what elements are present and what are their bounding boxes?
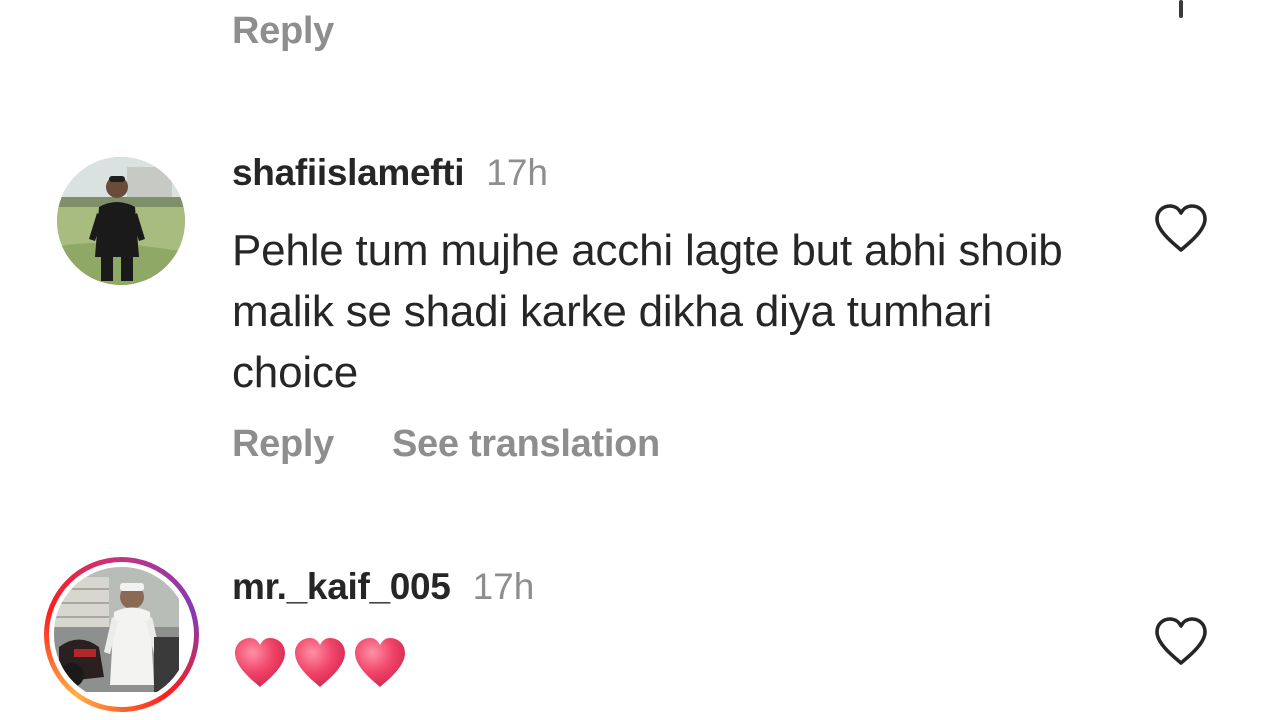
red-heart-emoji [295, 638, 345, 687]
username[interactable]: shafiislamefti [232, 152, 465, 193]
heart-outline-icon[interactable] [1152, 202, 1210, 254]
timestamp: 17h [472, 566, 535, 607]
comment-header: mr._kaif_005 17h [232, 566, 534, 608]
red-heart-emoji [355, 638, 405, 687]
avatar-photo [54, 567, 179, 692]
heart-outline-icon[interactable] [1152, 615, 1210, 667]
comments-screen: Reply shafiislamefti 17h Pehle tum mujhe… [0, 0, 1280, 720]
avatar[interactable] [57, 157, 185, 285]
timestamp: 17h [486, 152, 549, 193]
username[interactable]: mr._kaif_005 [232, 566, 451, 607]
avatar [54, 567, 189, 702]
like-count-mark [1179, 0, 1183, 18]
comment-header: shafiislamefti 17h [232, 152, 548, 194]
see-translation-button[interactable]: See translation [392, 423, 660, 465]
comment-actions: Reply See translation [232, 423, 660, 466]
reply-button[interactable]: Reply [232, 10, 334, 53]
reply-button[interactable]: Reply [232, 423, 334, 465]
red-heart-emoji [235, 638, 285, 687]
comment-text: Pehle tum mujhe acchi lagte but abhi sho… [232, 226, 1063, 397]
avatar-photo [57, 157, 185, 285]
story-ring[interactable] [44, 557, 199, 712]
comment-emoji-text [232, 635, 408, 695]
